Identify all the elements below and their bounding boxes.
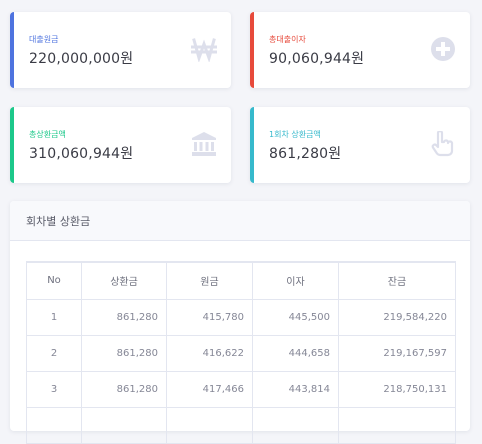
table-row: 3 861,280 417,466 443,814 218,750,131: [26, 370, 456, 408]
total-repayment-card: 총상환금액 310,060,944원: [10, 107, 231, 183]
table-row: 1 861,280 415,780 445,500 219,584,220: [26, 298, 456, 336]
cell-balance: 219,167,597: [338, 334, 456, 372]
cell-principal: [166, 406, 253, 444]
card-accent-bar: [250, 12, 254, 88]
card-accent-bar: [10, 107, 14, 183]
cell-balance: [338, 406, 456, 444]
table-header-row: No 상환금 원금 이자 잔금: [26, 261, 456, 300]
cell-interest: [252, 406, 339, 444]
cell-payment: 861,280: [81, 334, 167, 372]
cell-no: 2: [26, 334, 82, 372]
table-row: [26, 406, 456, 444]
panel-header: 회차별 상환금: [10, 201, 470, 241]
card-label: 총대출이자: [269, 35, 306, 44]
column-header-payment: 상환금: [81, 261, 167, 300]
card-accent-bar: [10, 12, 14, 88]
total-interest-card: 총대출이자 90,060,944원: [250, 12, 470, 88]
card-accent-bar: [250, 107, 254, 183]
first-installment-card: 1회차 상환금액 861,280원: [250, 107, 470, 183]
cell-no: 1: [26, 298, 82, 336]
cell-no: 3: [26, 370, 82, 408]
column-header-interest: 이자: [252, 261, 339, 300]
hand-pointer-icon: [431, 131, 454, 157]
panel-title: 회차별 상환금: [26, 215, 91, 228]
won-icon: [191, 38, 217, 62]
cell-no: [26, 406, 82, 444]
card-value: 90,060,944원: [269, 51, 365, 67]
cell-principal: 415,780: [166, 298, 253, 336]
cell-payment: 861,280: [81, 298, 167, 336]
cell-balance: 218,750,131: [338, 370, 456, 408]
plus-circle-icon: [431, 37, 455, 61]
loan-principal-card: 대출원금 220,000,000원: [10, 12, 231, 88]
cell-interest: 444,658: [252, 334, 339, 372]
cell-payment: [81, 406, 167, 444]
cell-balance: 219,584,220: [338, 298, 456, 336]
column-header-balance: 잔금: [338, 261, 456, 300]
cell-interest: 443,814: [252, 370, 339, 408]
cell-payment: 861,280: [81, 370, 167, 408]
card-value: 220,000,000원: [29, 51, 134, 67]
card-label: 1회차 상환금액: [269, 130, 321, 139]
cell-interest: 445,500: [252, 298, 339, 336]
cell-principal: 417,466: [166, 370, 253, 408]
column-header-principal: 원금: [166, 261, 253, 300]
card-label: 총상환금액: [29, 130, 66, 139]
card-value: 310,060,944원: [29, 146, 134, 162]
repayment-schedule-panel: 회차별 상환금 No 상환금 원금 이자 잔금 1 861,280 415,78…: [10, 201, 470, 444]
cell-principal: 416,622: [166, 334, 253, 372]
repayment-table: No 상환금 원금 이자 잔금 1 861,280 415,780 445,50…: [26, 261, 456, 444]
table-row: 2 861,280 416,622 444,658 219,167,597: [26, 334, 456, 372]
card-value: 861,280원: [269, 146, 342, 162]
column-header-no: No: [26, 261, 82, 300]
card-label: 대출원금: [29, 35, 59, 44]
bank-icon: [192, 132, 216, 156]
